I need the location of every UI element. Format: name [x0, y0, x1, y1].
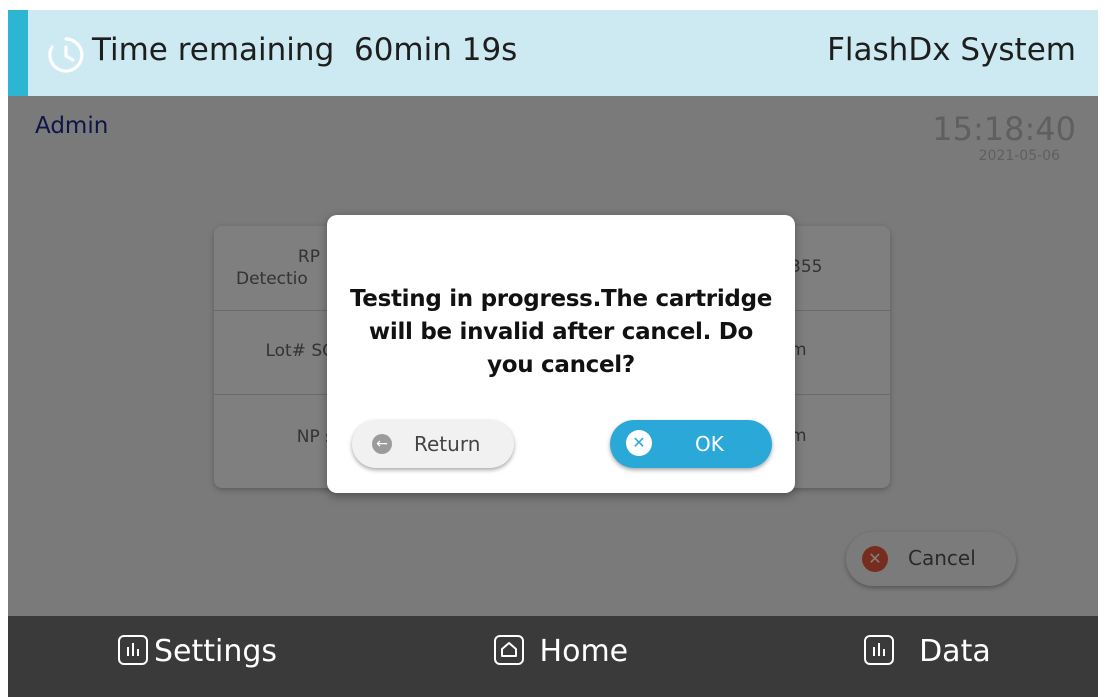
- home-icon: [494, 634, 524, 665]
- chart-icon: [118, 634, 148, 665]
- nav-home-label: Home: [539, 634, 629, 669]
- ok-button[interactable]: ✕ OK: [610, 420, 772, 468]
- ok-button-label: OK: [695, 432, 724, 456]
- dialog-message: Testing in progress.The cartridge will b…: [349, 286, 773, 378]
- nav-settings-label: Settings: [154, 634, 278, 669]
- arrow-left-icon: ←: [372, 434, 392, 454]
- time-remaining-value: 60min 19s: [353, 32, 518, 68]
- x-circle-icon: ✕: [626, 430, 652, 456]
- nav-settings[interactable]: Settings: [118, 634, 277, 669]
- cancel-confirm-dialog: Testing in progress.The cartridge will b…: [327, 215, 795, 493]
- nav-data[interactable]: Data: [864, 634, 991, 669]
- chart-icon: [864, 634, 894, 665]
- footer-nav: Settings Home Data: [8, 616, 1098, 697]
- return-button-label: Return: [414, 432, 481, 456]
- header-accent: [8, 10, 28, 96]
- time-remaining: Time remaining 60min 19s: [92, 32, 517, 68]
- clock-icon: [48, 37, 84, 73]
- return-button[interactable]: ← Return: [352, 420, 514, 468]
- screen: Time remaining 60min 19s FlashDx System …: [8, 10, 1098, 697]
- nav-data-label: Data: [919, 634, 991, 669]
- system-name: FlashDx System: [827, 32, 1076, 68]
- header-bar: Time remaining 60min 19s FlashDx System: [8, 10, 1098, 96]
- nav-home[interactable]: Home: [494, 634, 628, 669]
- time-remaining-label: Time remaining: [92, 32, 335, 68]
